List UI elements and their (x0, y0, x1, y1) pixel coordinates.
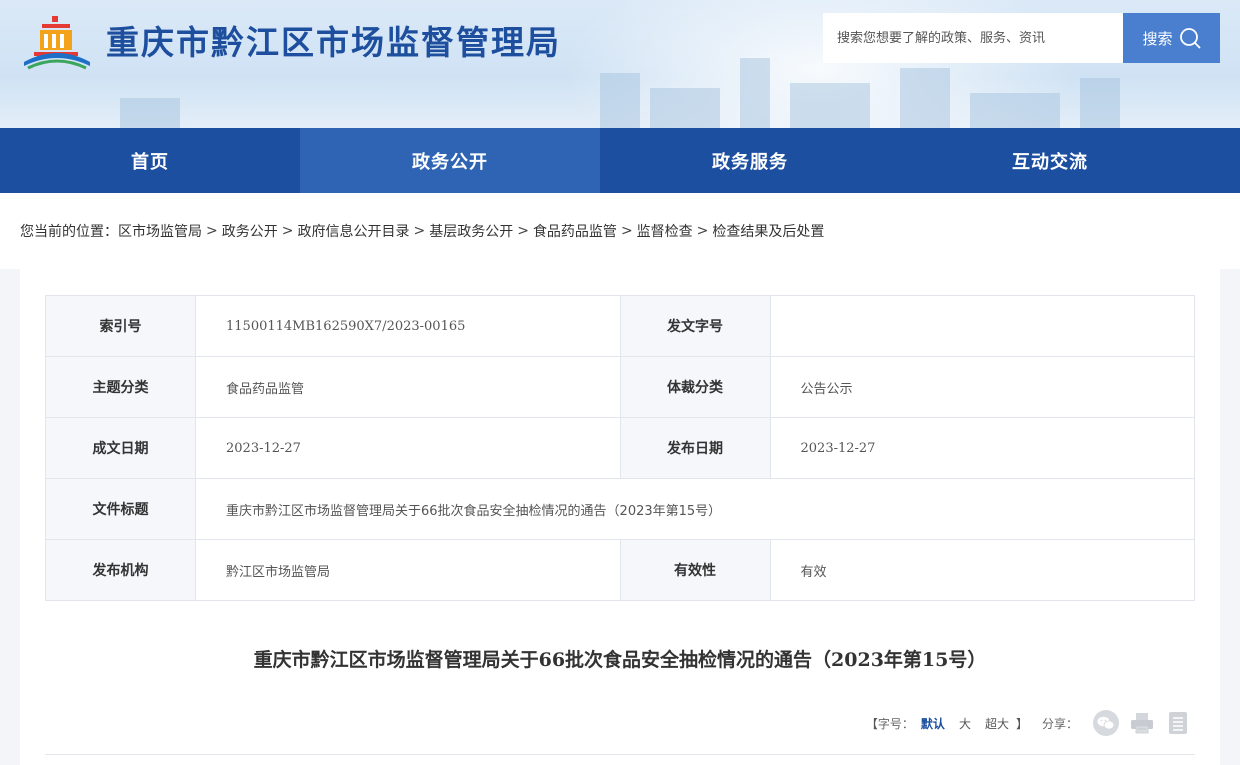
font-size-label: 字号： (877, 716, 914, 731)
nav-item-gov-services[interactable]: 政务服务 (600, 128, 900, 193)
print-button[interactable] (1128, 709, 1156, 737)
meta-label: 发文字号 (619, 295, 771, 357)
breadcrumb-separator: > (206, 223, 218, 239)
nav-item-gov-affairs-open[interactable]: 政务公开 (300, 128, 600, 193)
skyline-building (740, 58, 770, 128)
search-button[interactable]: 搜索 (1123, 13, 1220, 63)
table-row: 文件标题 重庆市黔江区市场监督管理局关于66批次食品安全抽检情况的通告（2023… (45, 478, 1195, 540)
site-header: 重庆市黔江区市场监督管理局 搜索 (0, 0, 1240, 128)
close-page-button[interactable] (1164, 709, 1192, 737)
site-title: 重庆市黔江区市场监督管理局 (106, 23, 561, 62)
content-divider (45, 754, 1195, 755)
skyline-building (1080, 78, 1120, 128)
meta-label: 主题分类 (45, 356, 196, 418)
wechat-icon (1093, 710, 1119, 736)
meta-label: 发布机构 (45, 539, 196, 601)
printer-icon (1131, 713, 1153, 734)
breadcrumb-separator: > (413, 223, 426, 239)
breadcrumb-separator: > (517, 223, 529, 239)
table-row: 主题分类 食品药品监管 体裁分类 公告公示 (45, 356, 1195, 418)
breadcrumb-link[interactable]: 基层政务公开 (429, 221, 513, 241)
document-icon (1169, 712, 1187, 734)
article-title: 重庆市黔江区市场监督管理局关于66批次食品安全抽检情况的通告（2023年第15号… (253, 649, 987, 671)
meta-label: 索引号 (45, 295, 196, 357)
meta-label: 发布日期 (619, 417, 771, 479)
skyline-building (790, 83, 870, 128)
breadcrumb-link[interactable]: 食品药品监管 (533, 221, 617, 241)
meta-value: 11500114MB162590X7/2023-00165 (195, 295, 621, 357)
search-icon (1179, 28, 1201, 49)
breadcrumb: 您当前的位置： 区市场监管局 > 政务公开 > 政府信息公开目录 > 基层政务公… (0, 193, 1240, 269)
meta-value: 2023-12-27 (195, 417, 621, 479)
breadcrumb-link[interactable]: 政务公开 (222, 221, 278, 241)
font-size-xlarge-button[interactable]: 超大 (985, 715, 1009, 732)
meta-label: 成文日期 (45, 417, 196, 479)
meta-label: 文件标题 (45, 478, 196, 540)
content-card: 索引号 11500114MB162590X7/2023-00165 发文字号 主… (20, 269, 1220, 765)
skyline-building (650, 88, 720, 128)
table-row: 索引号 11500114MB162590X7/2023-00165 发文字号 (45, 295, 1195, 357)
table-row: 成文日期 2023-12-27 发布日期 2023-12-27 (45, 417, 1195, 479)
breadcrumb-link[interactable]: 区市场监管局 (118, 221, 202, 241)
meta-value (769, 295, 1195, 357)
bracket-close: 】 (1015, 716, 1028, 731)
breadcrumb-link[interactable]: 政府信息公开目录 (297, 221, 409, 241)
search-input[interactable] (823, 13, 1123, 63)
site-logo-icon[interactable] (22, 14, 92, 70)
breadcrumb-separator: > (281, 223, 294, 239)
skyline-building (900, 68, 950, 128)
meta-value: 重庆市黔江区市场监督管理局关于66批次食品安全抽检情况的通告（2023年第15号… (195, 478, 1195, 540)
meta-value: 有效 (769, 539, 1195, 601)
breadcrumb-separator: > (696, 223, 709, 239)
table-row: 发布机构 黔江区市场监管局 有效性 有效 (45, 539, 1195, 601)
font-size-large-button[interactable]: 大 (959, 715, 971, 732)
nav-item-interaction[interactable]: 互动交流 (900, 128, 1200, 193)
meta-label: 有效性 (619, 539, 771, 601)
meta-value: 公告公示 (769, 356, 1195, 418)
breadcrumb-link[interactable]: 检查结果及后处置 (712, 221, 824, 241)
breadcrumb-prefix: 您当前的位置： (20, 224, 118, 240)
breadcrumb-separator: > (620, 223, 633, 239)
meta-label: 体裁分类 (619, 356, 771, 418)
main-nav: 首页 政务公开 政务服务 互动交流 (0, 128, 1240, 193)
share-label: 分享： (1041, 716, 1078, 731)
font-size-default-button[interactable]: 默认 (921, 715, 945, 732)
breadcrumb-link[interactable]: 监督检查 (637, 221, 693, 241)
nav-item-home[interactable]: 首页 (0, 128, 300, 193)
article-tools: 【 字号： 默认 大 超大 】 分享： (866, 709, 1192, 737)
skyline-building (970, 93, 1060, 128)
skyline-building (600, 73, 640, 128)
search-button-label: 搜索 (1142, 29, 1173, 48)
meta-value: 2023-12-27 (769, 417, 1195, 479)
wechat-share-button[interactable] (1092, 709, 1120, 737)
bracket-open: 【 (865, 716, 878, 731)
meta-value: 食品药品监管 (195, 356, 621, 418)
document-meta-table: 索引号 11500114MB162590X7/2023-00165 发文字号 主… (45, 295, 1195, 601)
meta-value: 黔江区市场监管局 (195, 539, 621, 601)
skyline-building (120, 98, 180, 128)
